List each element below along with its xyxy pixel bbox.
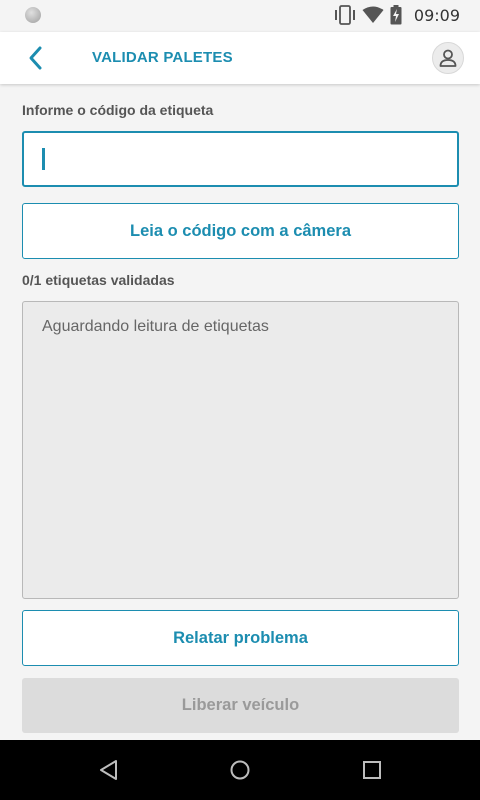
- nav-recents-icon[interactable]: [360, 758, 384, 782]
- nav-back-icon[interactable]: [97, 758, 121, 782]
- report-problem-button[interactable]: Relatar problema: [22, 610, 459, 666]
- battery-charging-icon: [390, 5, 402, 25]
- code-label: Informe o código da etiqueta: [22, 102, 214, 118]
- text-cursor: [42, 148, 45, 170]
- user-profile-icon: [439, 49, 457, 67]
- back-arrow-icon: [29, 46, 42, 70]
- wifi-icon: [362, 6, 384, 23]
- status-bar: 09:09: [0, 0, 480, 32]
- app-bar: VALIDAR PALETES: [0, 32, 480, 84]
- release-vehicle-button[interactable]: Liberar veículo: [22, 678, 459, 733]
- notification-dot-icon: [25, 7, 41, 23]
- validated-count: 0/1 etiquetas validadas: [22, 272, 175, 288]
- vibrate-icon: [334, 5, 355, 25]
- nav-home-icon[interactable]: [228, 758, 252, 782]
- scan-camera-button[interactable]: Leia o código com a câmera: [22, 203, 459, 259]
- validated-labels-list: Aguardando leitura de etiquetas: [22, 301, 459, 599]
- status-icons: 09:09: [334, 5, 460, 25]
- navigation-bar: [0, 740, 480, 800]
- status-clock: 09:09: [413, 5, 460, 25]
- back-button[interactable]: [22, 43, 52, 73]
- empty-list-message: Aguardando leitura de etiquetas: [42, 318, 269, 335]
- page-title: VALIDAR PALETES: [92, 49, 233, 66]
- profile-button[interactable]: [432, 42, 464, 74]
- code-input[interactable]: [22, 131, 459, 187]
